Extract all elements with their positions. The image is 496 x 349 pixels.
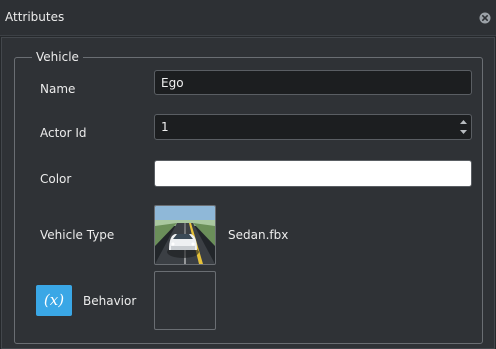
vehicle-type-filename: Sedan.fbx [228,228,289,242]
name-label: Name [40,82,76,96]
color-picker[interactable] [154,160,472,187]
behavior-label: Behavior [83,294,137,308]
title-bar: Attributes [0,0,496,36]
behavior-slot[interactable] [154,271,216,330]
color-label: Color [40,172,72,186]
sedan-thumbnail-image [155,206,215,264]
actor-id-spinbox[interactable]: 1 [154,114,472,140]
vehicle-type-label: Vehicle Type [40,228,115,242]
close-icon[interactable] [479,12,491,24]
actor-id-label: Actor Id [40,126,87,140]
spin-arrows-icon[interactable] [459,117,468,137]
actor-id-value: 1 [161,120,169,134]
panel-title: Attributes [5,10,65,24]
vehicle-group-title: Vehicle [32,50,83,64]
name-input[interactable]: Ego [154,70,472,95]
behavior-variable-icon[interactable]: (x) [36,285,72,316]
vehicle-type-thumbnail[interactable] [154,205,216,265]
